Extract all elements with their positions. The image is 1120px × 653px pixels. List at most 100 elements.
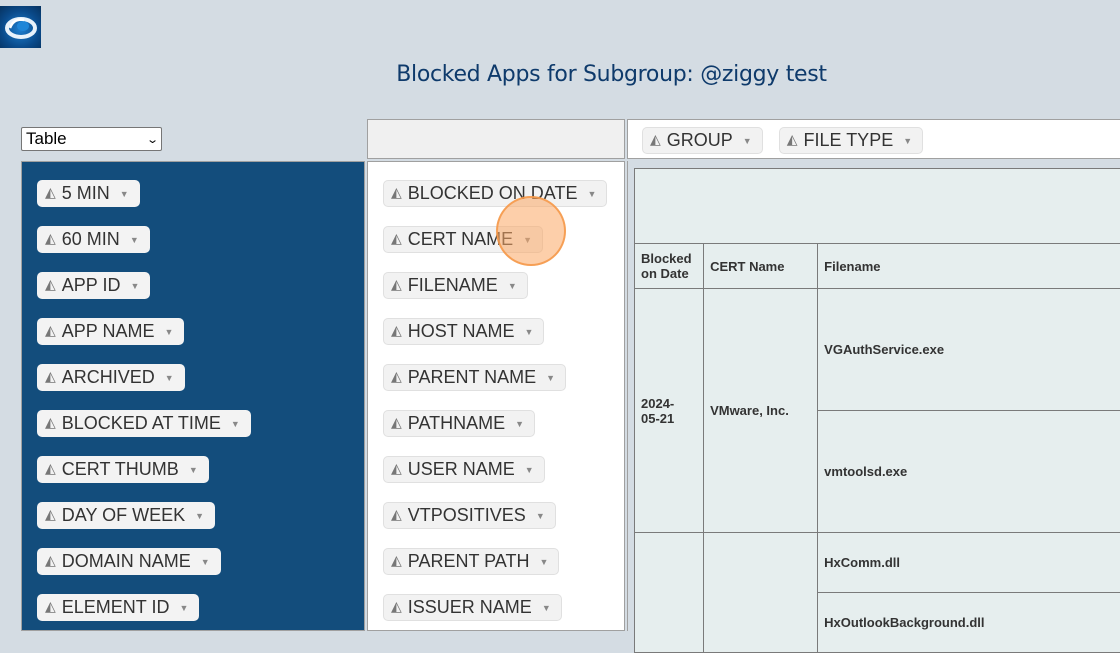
cert-name-cell: VMware, Inc. [704,289,818,533]
attribute-pill[interactable]: ◭USER NAME▼ [383,456,545,483]
attribute-label: 60 MIN [62,229,120,250]
attribute-label: CERT NAME [408,229,513,250]
sort-triangle-icon: ◭ [391,184,402,201]
row-attribute-item: ◭USER NAME▼ [383,456,624,502]
filter-dropdown-icon[interactable]: ▼ [195,511,204,521]
column-header[interactable]: Blocked on Date [635,244,704,289]
attribute-pill[interactable]: ◭ ELEMENT ID ▼ [37,594,199,621]
filter-dropdown-icon[interactable]: ▼ [743,136,752,146]
attribute-pill[interactable]: ◭ DOMAIN NAME ▼ [37,548,221,575]
row-attribute-item: ◭ VTPOSITIVES ▼ [383,502,624,548]
column-attribute-pill[interactable]: ◭ GROUP ▼ [642,127,763,154]
sort-triangle-icon: ◭ [787,131,798,148]
filter-dropdown-icon[interactable]: ▼ [130,235,139,245]
filter-dropdown-icon[interactable]: ▼ [231,419,240,429]
unused-attribute-item: ◭CERT THUMB▼ [37,456,364,502]
filter-dropdown-icon[interactable]: ▼ [587,189,596,199]
unused-attribute-item: ◭ ELEMENT ID ▼ [37,594,364,640]
filter-dropdown-icon[interactable]: ▼ [524,327,533,337]
filter-dropdown-icon[interactable]: ▼ [525,465,534,475]
filter-dropdown-icon[interactable]: ▼ [165,373,174,383]
attribute-pill[interactable]: ◭CERT THUMB▼ [37,456,209,483]
sort-triangle-icon: ◭ [391,276,402,293]
attribute-label: PARENT NAME [408,367,536,388]
sort-triangle-icon: ◭ [391,414,402,431]
column-attribute-pill[interactable]: ◭FILE TYPE▼ [779,127,923,154]
sort-triangle-icon: ◭ [391,598,402,615]
attribute-pill[interactable]: ◭ ISSUER NAME ▼ [383,594,562,621]
row-attribute-item: ◭ PARENT NAME ▼ [383,364,624,410]
attribute-pill[interactable]: ◭ PARENT NAME ▼ [383,364,566,391]
sort-triangle-icon: ◭ [391,230,402,247]
filter-dropdown-icon[interactable]: ▼ [189,465,198,475]
row-attribute-item: ◭BLOCKED ON DATE▼ [383,180,624,226]
column-header[interactable]: CERT Name [704,244,818,289]
attribute-label: VTPOSITIVES [408,505,526,526]
filter-dropdown-icon[interactable]: ▼ [515,419,524,429]
row-attributes-panel: ◭BLOCKED ON DATE▼◭CERT NAME▼◭FILENAME▼◭H… [367,161,625,631]
unused-attribute-item: ◭APP NAME▼ [37,318,364,364]
sort-triangle-icon: ◭ [45,598,56,615]
filter-dropdown-icon[interactable]: ▼ [130,281,139,291]
sort-triangle-icon: ◭ [45,506,56,523]
sort-triangle-icon: ◭ [45,276,56,293]
attribute-label: GROUP [667,130,733,151]
unused-attribute-item: ◭DAY OF WEEK▼ [37,502,364,548]
filter-dropdown-icon[interactable]: ▼ [546,373,555,383]
filter-dropdown-icon[interactable]: ▼ [201,557,210,567]
filter-dropdown-icon[interactable]: ▼ [523,235,532,245]
sort-triangle-icon: ◭ [650,131,661,148]
attribute-label: ISSUER NAME [408,597,532,618]
table-row: HxComm.dll [635,533,1120,593]
sort-triangle-icon: ◭ [45,552,56,569]
filename-cell: VGAuthService.exe [818,289,1120,411]
filter-dropdown-icon[interactable]: ▼ [539,557,548,567]
attribute-pill[interactable]: ◭PARENT PATH▼ [383,548,559,575]
attribute-label: FILENAME [408,275,498,296]
row-attribute-item: ◭HOST NAME▼ [383,318,624,364]
attribute-pill[interactable]: ◭APP ID▼ [37,272,150,299]
sort-triangle-icon: ◭ [391,368,402,385]
column-header[interactable]: Filename [818,244,1120,289]
attribute-pill[interactable]: ◭ FILENAME ▼ [383,272,528,299]
attribute-pill[interactable]: ◭ 60 MIN ▼ [37,226,150,253]
sort-triangle-icon: ◭ [45,230,56,247]
filter-dropdown-icon[interactable]: ▼ [120,189,129,199]
sort-triangle-icon: ◭ [391,506,402,523]
attribute-pill[interactable]: ◭HOST NAME▼ [383,318,544,345]
sort-triangle-icon: ◭ [45,460,56,477]
attribute-pill[interactable]: ◭ VTPOSITIVES ▼ [383,502,556,529]
filter-dropdown-icon[interactable]: ▼ [508,281,517,291]
attribute-pill[interactable]: ◭BLOCKED AT TIME▼ [37,410,251,437]
attribute-label: DOMAIN NAME [62,551,191,572]
attribute-pill[interactable]: ◭PATHNAME▼ [383,410,535,437]
column-attributes-area: ◭GROUP▼◭FILE TYPE▼ [627,119,1120,159]
attribute-pill[interactable]: ◭DAY OF WEEK▼ [37,502,215,529]
sort-triangle-icon: ◭ [45,368,56,385]
column-header-spacer [635,169,1120,244]
renderer-select[interactable]: Table ⌄ [21,127,162,151]
sort-triangle-icon: ◭ [45,184,56,201]
aggregator-area [367,119,625,159]
attribute-pill[interactable]: ◭BLOCKED ON DATE▼ [383,180,607,207]
attribute-label: BLOCKED AT TIME [62,413,221,434]
attribute-pill[interactable]: ◭APP NAME▼ [37,318,184,345]
row-attribute-item: ◭ ISSUER NAME ▼ [383,594,624,640]
filter-dropdown-icon[interactable]: ▼ [542,603,551,613]
attribute-pill[interactable]: ◭5 MIN▼ [37,180,140,207]
unused-attribute-item: ◭APP ID▼ [37,272,364,318]
attribute-pill[interactable]: ◭ CERT NAME ▼ [383,226,543,253]
attribute-pill[interactable]: ◭ARCHIVED▼ [37,364,185,391]
filename-cell: vmtoolsd.exe [818,411,1120,533]
row-attribute-item: ◭ CERT NAME ▼ [383,226,624,272]
sort-triangle-icon: ◭ [391,460,402,477]
renderer-select-value: Table [26,129,67,149]
filter-dropdown-icon[interactable]: ▼ [164,327,173,337]
filter-dropdown-icon[interactable]: ▼ [179,603,188,613]
pivot-output-area: Blocked on DateCERT NameFilename 2024-05-… [627,161,1120,631]
filename-cell: HxOutlookBackground.dll [818,593,1120,653]
attribute-label: ELEMENT ID [62,597,170,618]
filter-dropdown-icon[interactable]: ▼ [536,511,545,521]
blocked-date-cell: 2024-05-21 [635,289,704,533]
filter-dropdown-icon[interactable]: ▼ [903,136,912,146]
